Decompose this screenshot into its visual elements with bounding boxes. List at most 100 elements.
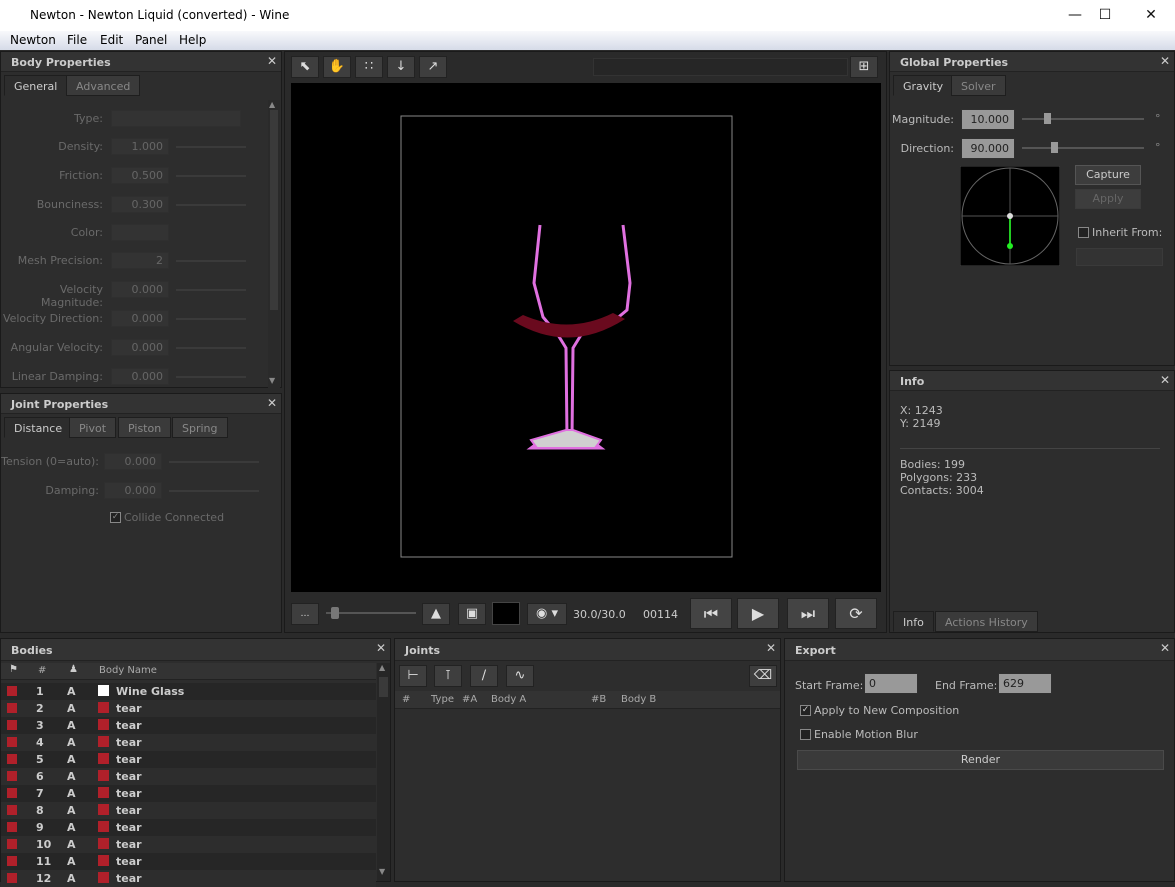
spring-joint-icon[interactable]: ∿ <box>506 665 534 687</box>
menu-file[interactable]: File <box>67 33 87 47</box>
body-field-slider[interactable] <box>176 260 246 262</box>
damping-slider[interactable] <box>169 490 259 492</box>
row-color-swatch[interactable] <box>98 821 109 832</box>
tab-solver[interactable]: Solver <box>951 75 1006 96</box>
body-field-slider[interactable] <box>176 376 246 378</box>
close-icon[interactable]: ✕ <box>1136 4 1166 26</box>
scrollbar-thumb[interactable] <box>270 110 278 310</box>
maximize-icon[interactable]: ☐ <box>1090 4 1120 26</box>
row-color-swatch[interactable] <box>98 804 109 815</box>
row-tag[interactable] <box>7 686 17 696</box>
row-tag[interactable] <box>7 788 17 798</box>
body-field-input[interactable]: 0.500 <box>111 167 169 184</box>
scroll-down-icon[interactable]: ▼ <box>379 867 385 876</box>
direction-field[interactable]: 90.000 <box>961 138 1015 159</box>
damping-field[interactable]: 0.000 <box>104 482 162 499</box>
fit-view-icon[interactable]: ▣ <box>458 603 486 625</box>
row-color-swatch[interactable] <box>98 872 109 883</box>
table-row[interactable]: 12 A tear <box>1 870 376 887</box>
tab-pivot[interactable]: Pivot <box>69 417 117 438</box>
row-tag[interactable] <box>7 839 17 849</box>
scroll-down-icon[interactable]: ▼ <box>269 376 275 385</box>
row-color-swatch[interactable] <box>98 719 109 730</box>
menu-panel[interactable]: Panel <box>135 33 167 47</box>
export-tool-icon[interactable]: ↗ <box>419 56 447 78</box>
render-button[interactable]: Render <box>797 750 1164 770</box>
row-color-swatch[interactable] <box>98 685 109 696</box>
row-color-swatch[interactable] <box>98 753 109 764</box>
body-field-input[interactable]: 1.000 <box>111 138 169 155</box>
play-icon[interactable]: ▶ <box>737 598 779 629</box>
row-color-swatch[interactable] <box>98 770 109 781</box>
delete-joint-icon[interactable]: ⌫ <box>749 665 777 687</box>
row-color-swatch[interactable] <box>98 838 109 849</box>
inherit-dropdown[interactable] <box>1076 248 1163 266</box>
tension-field[interactable]: 0.000 <box>104 453 162 470</box>
row-tag[interactable] <box>7 737 17 747</box>
body-field-input[interactable]: 0.000 <box>111 310 169 327</box>
table-row[interactable]: 5 A tear <box>1 751 376 768</box>
close-icon[interactable]: ✕ <box>267 54 277 68</box>
close-icon[interactable]: ✕ <box>267 396 277 410</box>
scrollbar-thumb[interactable] <box>379 677 388 697</box>
tab-distance[interactable]: Distance <box>4 417 73 438</box>
end-frame-field[interactable]: 629 <box>998 673 1052 694</box>
step-forward-icon[interactable]: ⏭ <box>787 598 829 629</box>
gravity-direction-dial[interactable] <box>960 166 1060 266</box>
table-row[interactable]: 7 A tear <box>1 785 376 802</box>
magnitude-keyframe-icon[interactable]: ° <box>1155 112 1161 125</box>
table-row[interactable]: 8 A tear <box>1 802 376 819</box>
tab-info[interactable]: Info <box>893 611 934 632</box>
zoom-slider-thumb[interactable] <box>330 607 339 619</box>
tab-piston[interactable]: Piston <box>118 417 172 438</box>
table-row[interactable]: 4 A tear <box>1 734 376 751</box>
tab-advanced[interactable]: Advanced <box>66 75 141 96</box>
magnitude-field[interactable]: 10.000 <box>961 109 1015 130</box>
capture-button[interactable]: Capture <box>1075 165 1141 185</box>
row-color-swatch[interactable] <box>98 736 109 747</box>
inherit-checkbox[interactable] <box>1078 227 1089 238</box>
row-tag[interactable] <box>7 720 17 730</box>
magnitude-slider[interactable] <box>1022 118 1144 120</box>
body-field-input[interactable]: 2 <box>111 252 169 269</box>
close-icon[interactable]: ✕ <box>766 641 776 655</box>
hand-tool-icon[interactable]: ✋ <box>323 56 351 78</box>
table-row[interactable]: 9 A tear <box>1 819 376 836</box>
viewport[interactable] <box>291 83 881 592</box>
row-tag[interactable] <box>7 771 17 781</box>
rewind-icon[interactable]: ⏮ <box>690 598 732 629</box>
scrollbar[interactable]: ▲ ▼ <box>377 663 390 881</box>
start-frame-field[interactable]: 0 <box>864 673 918 694</box>
menu-newton[interactable]: Newton <box>10 33 56 47</box>
body-field-slider[interactable] <box>176 347 246 349</box>
body-field-slider[interactable] <box>176 289 246 291</box>
gravity-tool-icon[interactable]: ↓ <box>387 56 415 78</box>
close-icon[interactable]: ✕ <box>1160 373 1170 387</box>
visibility-icon[interactable]: ◉ ▾ <box>527 603 567 625</box>
row-tag[interactable] <box>7 805 17 815</box>
scrollbar[interactable]: ▲ ▼ <box>268 100 280 388</box>
tab-gravity[interactable]: Gravity <box>893 75 954 96</box>
body-field-input[interactable]: 0.300 <box>111 196 169 213</box>
table-row[interactable]: 6 A tear <box>1 768 376 785</box>
table-row[interactable]: 11 A tear <box>1 853 376 870</box>
table-row[interactable]: 3 A tear <box>1 717 376 734</box>
body-field-input[interactable]: 0.000 <box>111 368 169 385</box>
direction-keyframe-icon[interactable]: ° <box>1155 141 1161 154</box>
pivot-joint-icon[interactable]: ⊺ <box>434 665 462 687</box>
menu-help[interactable]: Help <box>179 33 206 47</box>
body-field-slider[interactable] <box>176 204 246 206</box>
apply-composition-checkbox[interactable]: ✓ <box>800 705 811 716</box>
direction-slider-thumb[interactable] <box>1051 142 1058 153</box>
row-tag[interactable] <box>7 822 17 832</box>
background-color-swatch[interactable] <box>492 602 520 625</box>
table-row[interactable]: 1 A Wine Glass <box>1 683 376 700</box>
zoom-out-icon[interactable]: … <box>291 603 319 625</box>
row-color-swatch[interactable] <box>98 702 109 713</box>
table-row[interactable]: 2 A tear <box>1 700 376 717</box>
row-color-swatch[interactable] <box>98 855 109 866</box>
body-field-input[interactable]: 0.000 <box>111 281 169 298</box>
tab-general[interactable]: General <box>4 75 68 96</box>
scroll-up-icon[interactable]: ▲ <box>379 663 385 672</box>
select-tool-icon[interactable]: ⬉ <box>291 56 319 78</box>
